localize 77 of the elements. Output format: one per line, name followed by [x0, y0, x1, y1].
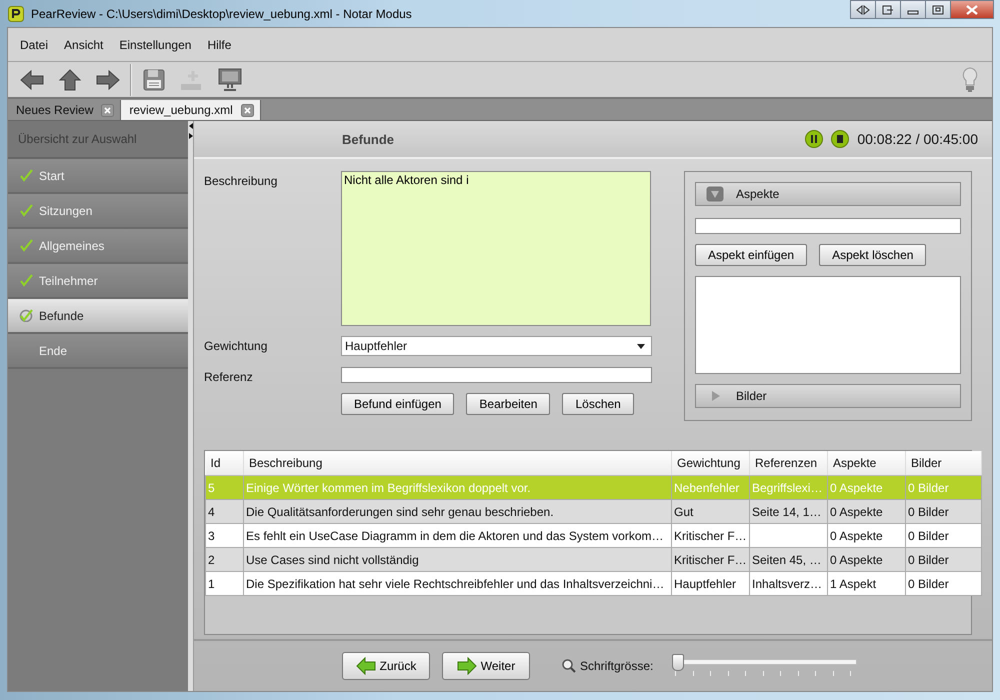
sidebar-item[interactable]: Befunde [8, 299, 188, 334]
table-cell: 2 [206, 548, 244, 572]
column-header[interactable]: Gewichtung [672, 451, 750, 476]
menu-item[interactable]: Hilfe [199, 38, 240, 52]
table-cell: 0 Aspekte [828, 476, 906, 500]
form-button[interactable]: Löschen [562, 393, 634, 415]
form-button[interactable]: Bearbeiten [466, 393, 550, 415]
table-cell: Gut [672, 500, 750, 524]
images-header[interactable]: Bilder [695, 384, 961, 408]
table-cell: Seiten 45, … [750, 548, 828, 572]
maximize-icon [932, 4, 944, 14]
table-cell: Use Cases sind nicht vollständig [244, 548, 672, 572]
aspect-list[interactable] [695, 276, 961, 374]
table-cell: 5 [206, 476, 244, 500]
field-label: Beschreibung [204, 173, 278, 190]
caret-icon [637, 344, 645, 348]
table-cell: Die Qualitätsanforderungen sind sehr genau beschrieben. [244, 500, 672, 524]
menu-item[interactable]: Datei [12, 38, 56, 52]
form-button[interactable]: Befund einfügen [341, 393, 454, 415]
table-cell: Die Spezifikation hat sehr viele Rechtschreibfehler und das Inhaltsverzeichni… [244, 572, 672, 596]
column-header[interactable]: Referenzen [750, 451, 828, 476]
column-header[interactable]: Bilder [906, 451, 982, 476]
table-cell: Nebenfehler [672, 476, 750, 500]
back-button[interactable]: Zurück [342, 652, 430, 680]
table-cell: 0 Aspekte [828, 548, 906, 572]
sidebar-title: Übersicht zur Auswahl [8, 121, 188, 159]
table-cell: 0 Aspekte [828, 500, 906, 524]
table-cell: Hauptfehler [672, 572, 750, 596]
pause-button[interactable] [805, 130, 824, 148]
table-cell: 0 Bilder [906, 548, 982, 572]
close-icon [965, 4, 979, 14]
section-title: Befunde [342, 132, 394, 146]
stop-button[interactable] [831, 130, 850, 148]
menu-item[interactable]: Einstellungen [111, 38, 200, 52]
timer-text: 00:08:22 / 00:45:00 [857, 131, 978, 147]
next-button[interactable]: Weiter [442, 652, 530, 680]
font-size-label: Schriftgrösse: [580, 659, 654, 673]
table-cell: 0 Bilder [906, 476, 982, 500]
maximize-button[interactable] [925, 0, 951, 19]
table-cell: 0 Bilder [906, 500, 982, 524]
menu-item[interactable]: Ansicht [56, 38, 112, 52]
window-title: PearReview - C:\Users\dimi\Desktop\review_uebung.xml - Notar Modus [31, 6, 412, 20]
aspects-header[interactable]: Aspekte [695, 182, 961, 206]
table-cell: 0 Bilder [906, 572, 982, 596]
flip-icon[interactable] [850, 0, 876, 19]
table-cell: Einige Wörter kommen im Begriffslexikon doppelt vor. [244, 476, 672, 500]
table-cell: 1 [206, 572, 244, 596]
table-cell: Seite 14, 1… [750, 500, 828, 524]
aspect-field[interactable] [695, 218, 961, 234]
field-label: Gewichtung [204, 338, 268, 355]
description-field[interactable]: Nicht alle Aktoren sind i [341, 171, 651, 326]
column-header[interactable]: Aspekte [828, 451, 906, 476]
column-header[interactable]: Id [206, 451, 244, 476]
close-button[interactable] [950, 0, 994, 19]
column-header[interactable]: Beschreibung [244, 451, 672, 476]
app-logo-icon [8, 6, 24, 22]
right-arrow-icon [456, 657, 477, 675]
table-cell: Kritischer F… [672, 548, 750, 572]
slider-thumb[interactable] [672, 654, 684, 671]
table-cell: 1 Aspekt [828, 572, 906, 596]
aspect-button[interactable]: Aspekt löschen [819, 244, 926, 266]
reference-field[interactable] [341, 367, 652, 383]
table-cell: 4 [206, 500, 244, 524]
aspect-button[interactable]: Aspekt einfügen [695, 244, 808, 266]
window-switch-icon[interactable] [875, 0, 901, 19]
document-tab[interactable]: review_uebung.xml [121, 100, 261, 120]
field-label: Referenz [204, 369, 254, 384]
minimize-button[interactable] [900, 0, 926, 19]
close-icon[interactable] [240, 104, 254, 116]
left-arrow-icon [356, 657, 376, 675]
table-cell: Inhaltsverz… [750, 572, 828, 596]
table-cell: Begriffslexi… [750, 476, 828, 500]
search-icon [562, 659, 576, 673]
close-icon[interactable] [101, 104, 114, 116]
weight-dropdown[interactable]: Hauptfehler [341, 336, 652, 356]
lightbulb-icon[interactable] [962, 66, 978, 92]
collapse-icon [706, 186, 724, 202]
